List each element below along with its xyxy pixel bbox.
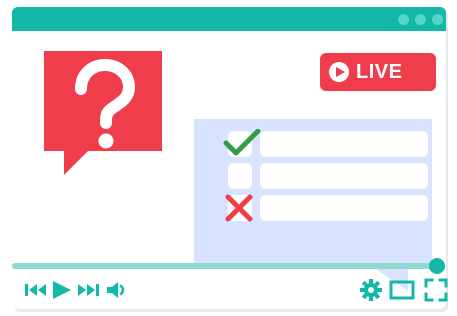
player-controls xyxy=(0,278,448,302)
x-icon xyxy=(225,194,253,222)
rewind-icon[interactable] xyxy=(24,278,48,302)
check-icon xyxy=(223,129,261,156)
seek-bar[interactable] xyxy=(12,263,432,269)
fullscreen-icon[interactable] xyxy=(424,278,448,302)
volume-icon[interactable] xyxy=(104,278,128,302)
live-label: LIVE xyxy=(356,61,403,83)
seek-knob[interactable] xyxy=(429,258,445,274)
question-bubble xyxy=(44,51,172,187)
window-dot-3[interactable] xyxy=(432,14,443,25)
video-content-area[interactable]: LIVE xyxy=(12,31,446,291)
answer-option-3[interactable] xyxy=(260,195,428,221)
answer-checkbox-2[interactable] xyxy=(228,163,252,189)
live-play-icon xyxy=(329,62,349,82)
fast-forward-icon[interactable] xyxy=(76,278,100,302)
gear-icon[interactable] xyxy=(359,278,383,302)
answer-option-2[interactable] xyxy=(260,163,428,189)
answer-checkbox-3[interactable] xyxy=(225,194,253,222)
answer-option-1[interactable] xyxy=(260,131,428,157)
play-icon[interactable] xyxy=(50,278,74,302)
window-dot-2[interactable] xyxy=(415,14,426,25)
live-badge: LIVE xyxy=(320,53,436,91)
title-bar xyxy=(12,7,446,31)
theater-mode-icon[interactable] xyxy=(389,278,415,302)
answer-checkbox-1[interactable] xyxy=(223,129,261,157)
window-dot-1[interactable] xyxy=(398,14,409,25)
